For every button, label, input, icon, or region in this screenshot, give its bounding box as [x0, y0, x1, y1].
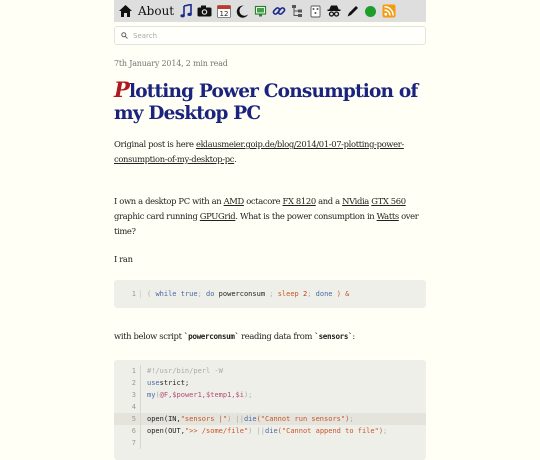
p1-end: . [234, 154, 237, 164]
code-text: @F,$power1,$temp1,$i [159, 391, 244, 399]
camera-icon[interactable] [197, 0, 212, 22]
code-row: 4 [114, 401, 426, 413]
monitor-icon[interactable] [254, 0, 267, 22]
green-dot-icon[interactable] [364, 0, 377, 22]
code-text: ("Cannot append to file") [277, 427, 384, 435]
code-row: 2 use strict; [114, 377, 426, 389]
p2-text: graphic card running [114, 211, 200, 221]
script-paragraph: with below script `powerconsum` reading … [114, 329, 426, 344]
original-post-paragraph: Original post is here eklausmeier.goip.d… [114, 137, 426, 167]
post-title: Plotting Power Consumption of my Desktop… [114, 79, 426, 125]
p2-text: I own a desktop PC with an [114, 196, 224, 206]
code-row: 3 my (@F,$power1,$temp1,$i); [114, 389, 426, 401]
code-text: ); [243, 391, 253, 399]
line-number: 3 [114, 389, 141, 401]
code-block-perl: 1 #!/usr/bin/perl -W 2 use strict; 3 my (@F… [114, 360, 426, 460]
calendar-day: 12 [220, 10, 229, 18]
line-number: 1 [114, 365, 141, 377]
fx8120-link[interactable]: FX 8120 [283, 196, 317, 206]
p2-text: . What is the power consumption in [235, 211, 377, 221]
about-link[interactable]: About [138, 4, 174, 18]
p4-text: : [352, 331, 355, 341]
code-row: 7 [114, 437, 426, 449]
code-text: strict; [159, 379, 190, 387]
code-text: ) || [248, 427, 266, 435]
inline-code-sensors: `sensors` [314, 332, 353, 341]
line-number: 1 [114, 290, 141, 298]
code-text: die [243, 415, 257, 423]
p2-text: and a [315, 196, 343, 206]
search-icon [121, 32, 128, 39]
spy-icon[interactable] [327, 0, 341, 22]
code-text: open(IN, [147, 415, 181, 423]
p2-text: octacore [243, 196, 283, 206]
search-box[interactable]: Search [114, 26, 426, 45]
rss-icon[interactable] [382, 0, 396, 22]
nvidia-link[interactable]: NVidia [342, 196, 369, 206]
p1-text: Original post is here [114, 139, 196, 149]
code-text: ; [383, 427, 388, 435]
code-text: ">> /some/file" [184, 427, 249, 435]
code-text: open(OUT, [147, 427, 185, 435]
home-icon[interactable] [118, 0, 133, 22]
code-text: my [147, 391, 156, 399]
tree-icon[interactable] [291, 0, 304, 22]
page-column: About 12 Search 7th January 2014, 2 min … [114, 0, 426, 460]
code-text: die [265, 427, 278, 435]
post-meta: 7th January 2014, 2 min read [114, 59, 228, 68]
top-nav-bar: About 12 [114, 0, 426, 22]
music-icon[interactable] [180, 0, 192, 22]
game-icon[interactable] [309, 0, 322, 22]
code-row: 6 open(OUT, ">> /some/file") || die ("Canno… [114, 425, 426, 437]
p4-text: reading data from [238, 331, 315, 341]
code-text: #!/usr/bin/perl -W [147, 367, 223, 375]
code-line: ( while true; do powerconsum ; sleep 2; … [147, 290, 350, 298]
line-number: 5 [114, 413, 141, 425]
code-text: ; [349, 415, 354, 423]
line-number: 2 [114, 377, 141, 389]
inline-code-powerconsum: `powerconsum` [183, 332, 239, 341]
title-text: lotting Power Consumption of my Desktop … [114, 81, 418, 124]
p4-text: with below script [114, 331, 184, 341]
gpugrid-link[interactable]: GPUGrid [200, 211, 236, 221]
title-drop-cap: P [114, 77, 130, 102]
search-input[interactable]: Search [133, 32, 157, 40]
code-text: ) || [227, 415, 244, 423]
code-text: ("Cannot run sensors") [256, 415, 350, 423]
link-icon[interactable] [272, 0, 286, 22]
line-number: 6 [114, 425, 141, 437]
line-number: 7 [114, 437, 141, 449]
pen-icon[interactable] [346, 0, 359, 22]
code-text: "sensors |" [180, 415, 228, 423]
intro-paragraph: I own a desktop PC with an AMD octacore … [114, 194, 426, 239]
watts-link[interactable]: Watts [377, 211, 400, 221]
i-ran-paragraph: I ran [114, 254, 133, 264]
amd-link[interactable]: AMD [224, 196, 245, 206]
calendar-icon[interactable]: 12 [217, 0, 232, 22]
gtx560-link[interactable]: GTX 560 [371, 196, 406, 206]
code-row: 1 #!/usr/bin/perl -W [114, 365, 426, 377]
moon-icon[interactable] [236, 0, 249, 22]
code-text: use [147, 379, 160, 387]
line-number: 4 [114, 401, 141, 413]
code-row-highlighted: 5 open(IN, "sensors |") || die ("Cannot run… [114, 413, 426, 425]
code-block-loop: 1 ( while true; do powerconsum ; sleep 2… [114, 280, 426, 308]
